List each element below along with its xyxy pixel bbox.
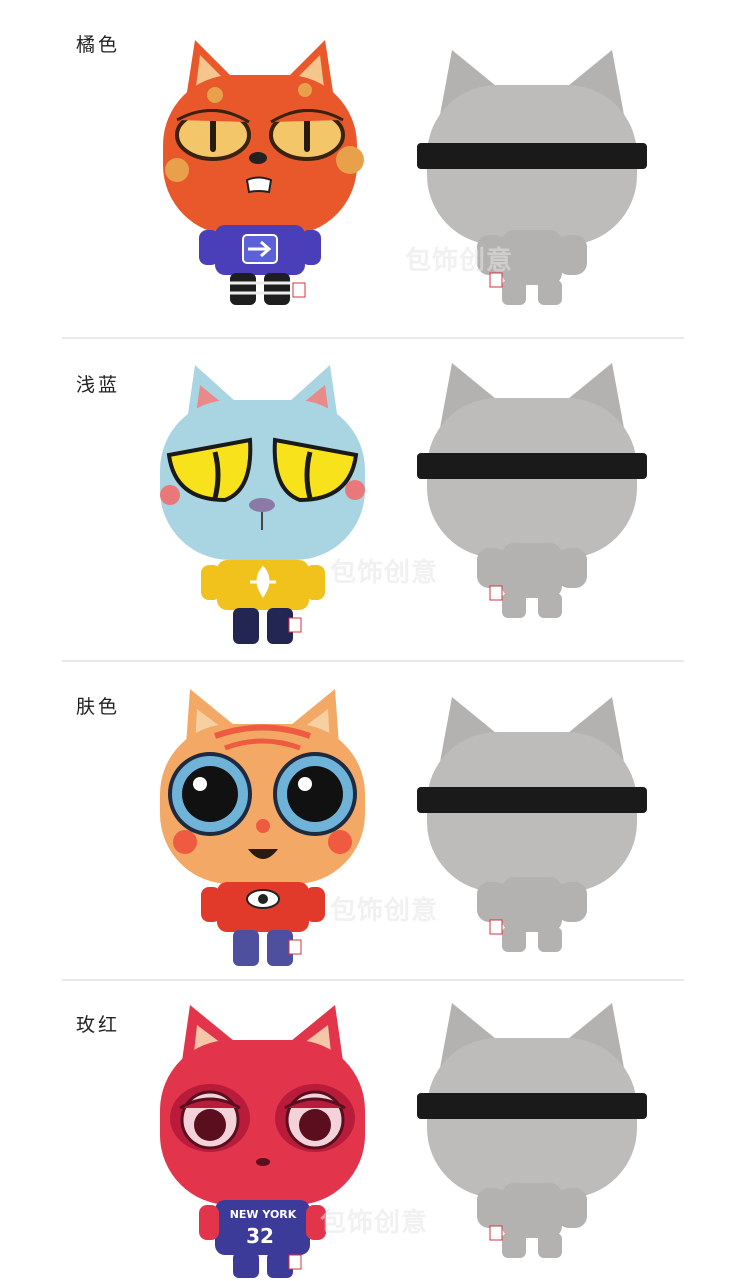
variant-section-1: 橘色 包饰创意 [0, 0, 750, 340]
back-plush [417, 1003, 647, 1258]
front-plush-light-blue [160, 365, 365, 644]
variant-label: 肤色 [76, 696, 121, 718]
variant-section-2: 浅蓝 包饰创意 [0, 340, 750, 662]
variant-label: 橘色 [76, 34, 121, 56]
jersey-number: 32 [246, 1224, 274, 1248]
watermark: 包饰创意 [320, 1208, 429, 1238]
back-plush [417, 363, 647, 618]
variant-label: 浅蓝 [76, 374, 121, 396]
variant-label: 玫红 [76, 1014, 121, 1036]
front-plush-orange [163, 40, 364, 305]
variant-section-3: 肤色 包饰创意 [0, 662, 750, 980]
watermark: 包饰创意 [330, 558, 439, 588]
section-divider [62, 337, 684, 339]
front-plush-skin [160, 689, 365, 966]
watermark: 包饰创意 [330, 896, 439, 926]
variant-section-4: 玫红 NEW YORK 32 包饰创意 [0, 980, 750, 1281]
jersey-text: NEW YORK [230, 1208, 297, 1221]
watermark: 包饰创意 [405, 246, 514, 276]
back-plush [417, 697, 647, 952]
